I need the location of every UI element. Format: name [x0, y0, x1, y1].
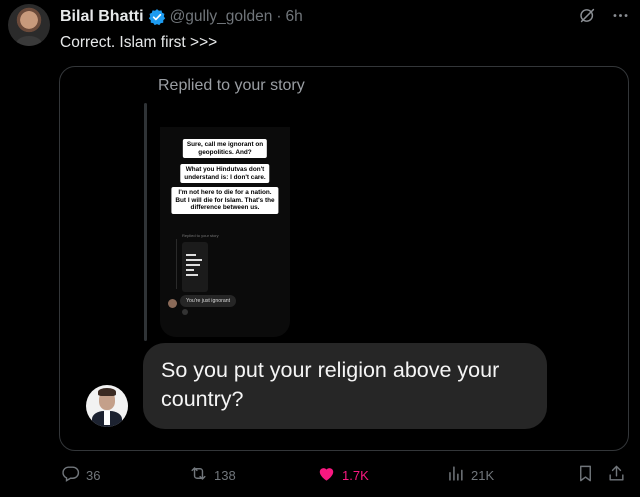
mini-reply-bar	[176, 239, 177, 289]
author-handle[interactable]: @gully_golden	[170, 8, 273, 26]
views-count: 21K	[471, 467, 495, 483]
repost-button[interactable]: 138	[189, 464, 236, 486]
repost-count: 138	[214, 467, 236, 483]
tweet-header: Bilal Bhatti @gully_golden · 6h	[60, 6, 303, 28]
verified-badge-icon[interactable]	[148, 8, 166, 26]
like-count: 1.7K	[342, 467, 369, 483]
story-sticker: What you Hindutvas don't understand is: …	[180, 164, 270, 184]
author-avatar[interactable]	[8, 4, 50, 46]
story-preview: Sure, call me ignorant on geopolitics. A…	[160, 127, 290, 337]
bookmark-button[interactable]	[576, 464, 595, 486]
story-sticker: I'm not here to die for a nation. But I …	[171, 187, 279, 214]
share-button[interactable]	[607, 464, 626, 486]
more-icon[interactable]	[611, 6, 630, 30]
mini-replied-label: Replied to your story	[182, 233, 219, 238]
tweet-text: Correct. Islam first >>>	[60, 34, 218, 51]
repost-icon	[189, 464, 208, 486]
separator-dot: ·	[276, 8, 282, 25]
mini-reaction-icon	[182, 309, 188, 315]
message-bubble: So you put your religion above your coun…	[143, 343, 547, 429]
mini-reply-bubble: You're just ignorant	[180, 295, 237, 307]
heart-icon	[317, 464, 336, 486]
bookmark-icon	[576, 464, 595, 486]
views-icon	[446, 464, 465, 486]
author-name[interactable]: Bilal Bhatti	[60, 8, 144, 26]
like-button[interactable]: 1.7K	[317, 464, 369, 486]
tweet-action-bar: 36 138 1.7K 21K	[0, 464, 640, 488]
story-sticker: Sure, call me ignorant on geopolitics. A…	[182, 139, 268, 159]
reply-count: 36	[86, 467, 101, 483]
tweet-top-actions	[578, 6, 630, 30]
replied-label: Replied to your story	[158, 77, 305, 94]
mini-avatar	[168, 299, 177, 308]
tweet-media-image[interactable]: Replied to your story Sure, call me igno…	[59, 66, 629, 451]
reply-button[interactable]: 36	[61, 464, 100, 486]
views-button[interactable]: 21K	[446, 464, 494, 486]
sender-avatar	[86, 385, 128, 427]
share-icon	[607, 464, 626, 486]
tweet-time[interactable]: 6h	[286, 8, 303, 26]
reply-quote-bar	[144, 103, 147, 341]
grok-icon[interactable]	[578, 6, 597, 30]
mini-story-thumbnail	[182, 242, 208, 292]
reply-icon	[61, 464, 80, 486]
